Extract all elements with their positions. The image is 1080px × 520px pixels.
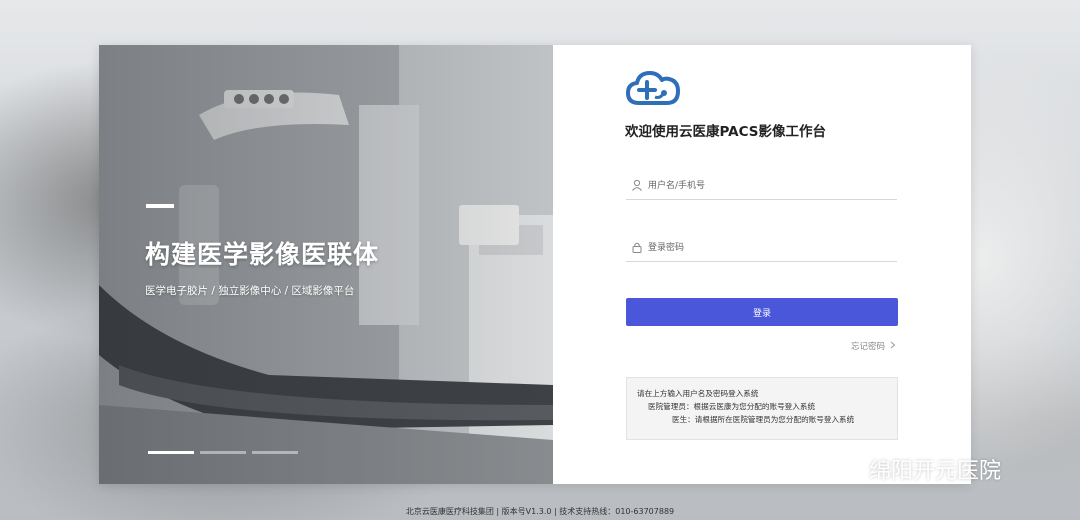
accent-bar [146,204,174,208]
username-input[interactable] [648,172,897,199]
chevron-right-icon [890,341,896,352]
carousel-dot-1[interactable] [148,451,194,454]
carousel-indicators [148,451,298,454]
wechat-icon [835,454,865,484]
notice-line-3: 医生：请根据所在医院管理员为您分配的账号登入系统 [672,415,855,424]
forgot-password-label: 忘记密码 [851,342,886,352]
password-input[interactable] [648,234,897,261]
login-card: 构建医学影像医联体 医学电子胶片 / 独立影像中心 / 区域影像平台 欢迎使用云… [99,45,971,484]
notice-line-1: 请在上方输入用户名及密码登入系统 [637,389,759,398]
hero-panel: 构建医学影像医联体 医学电子胶片 / 独立影像中心 / 区域影像平台 [99,45,553,484]
carousel-dot-3[interactable] [252,451,298,454]
login-panel: 欢迎使用云医康PACS影像工作台 登录 忘记密码 请在上方输入用户名及密码登入系… [553,45,971,484]
watermark-text: 绵阳开元医院 [869,459,1002,484]
carousel-dot-2[interactable] [200,451,246,454]
notice-line-2: 医院管理员：根据云医康为您分配的账号登入系统 [648,402,816,411]
footer-info: 北京云医康医疗科技集团 | 版本号V1.3.0 | 技术支持热线：010-637… [405,507,675,516]
user-icon [631,179,645,193]
hero-title: 构建医学影像医联体 [145,240,380,269]
welcome-title: 欢迎使用云医康PACS影像工作台 [625,124,826,140]
hero-subtitle: 医学电子胶片 / 独立影像中心 / 区域影像平台 [145,285,355,297]
cloud-plus-logo-icon [626,71,680,105]
password-field [626,234,897,262]
username-field [626,172,897,200]
login-notice: 请在上方输入用户名及密码登入系统 医院管理员：根据云医康为您分配的账号登入系统 … [626,377,898,440]
login-button[interactable]: 登录 [626,298,898,326]
wechat-watermark: 绵阳开元医院 [835,453,1001,485]
lock-icon [631,241,645,255]
forgot-password-link[interactable]: 忘记密码 [851,340,896,352]
